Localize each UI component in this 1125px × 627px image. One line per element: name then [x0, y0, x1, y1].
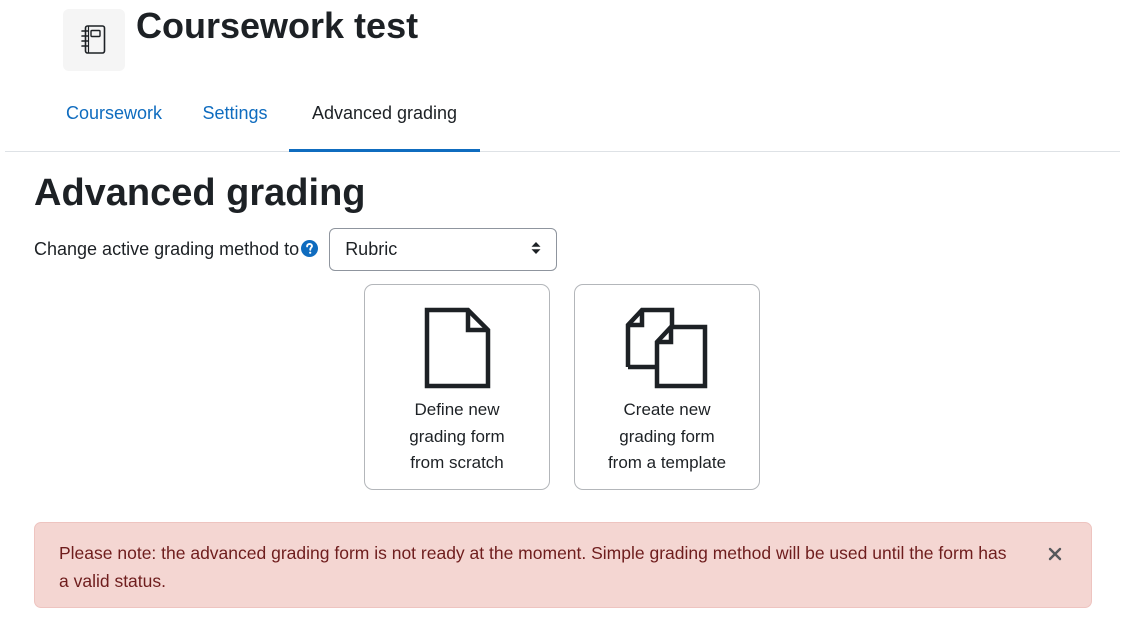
blank-file-icon [422, 307, 492, 394]
create-from-template-card[interactable]: Create new grading form from a template [574, 284, 760, 490]
page-header: Coursework test [63, 5, 418, 71]
card-label-line: grading form [619, 426, 715, 446]
sort-arrows-icon [531, 239, 541, 260]
copy-files-icon [625, 307, 709, 394]
grading-method-select[interactable]: Rubric [329, 228, 558, 271]
define-new-form-card[interactable]: Define new grading form from scratch [364, 284, 550, 490]
define-new-form-label: Define new grading form from scratch [365, 397, 549, 477]
grading-method-label: Change active grading method to [34, 239, 300, 259]
grading-method-selected-value: Rubric [345, 239, 398, 259]
card-label-line: Create new [623, 400, 711, 419]
card-label-line: Define new [414, 400, 500, 419]
create-from-template-label: Create new grading form from a template [575, 397, 759, 477]
main-heading: Advanced grading [34, 172, 366, 214]
notebook-icon [63, 9, 125, 71]
tab-settings[interactable]: Settings [189, 75, 281, 151]
close-icon[interactable] [1046, 545, 1064, 563]
alert-message: Please note: the advanced grading form i… [59, 543, 1007, 591]
card-label-line: grading form [409, 426, 505, 446]
grading-method-row: Change active grading method to Rubric [34, 227, 558, 272]
tab-coursework[interactable]: Coursework [49, 75, 179, 151]
warning-alert: Please note: the advanced grading form i… [34, 522, 1092, 608]
tab-advanced-grading[interactable]: Advanced grading [289, 75, 480, 152]
page-title: Coursework test [136, 5, 419, 46]
card-label-line: from a template [607, 453, 727, 472]
question-circle-icon[interactable] [301, 240, 319, 257]
tab-bar: Coursework Settings Advanced grading [5, 75, 1120, 152]
card-label-line: from scratch [410, 453, 504, 472]
